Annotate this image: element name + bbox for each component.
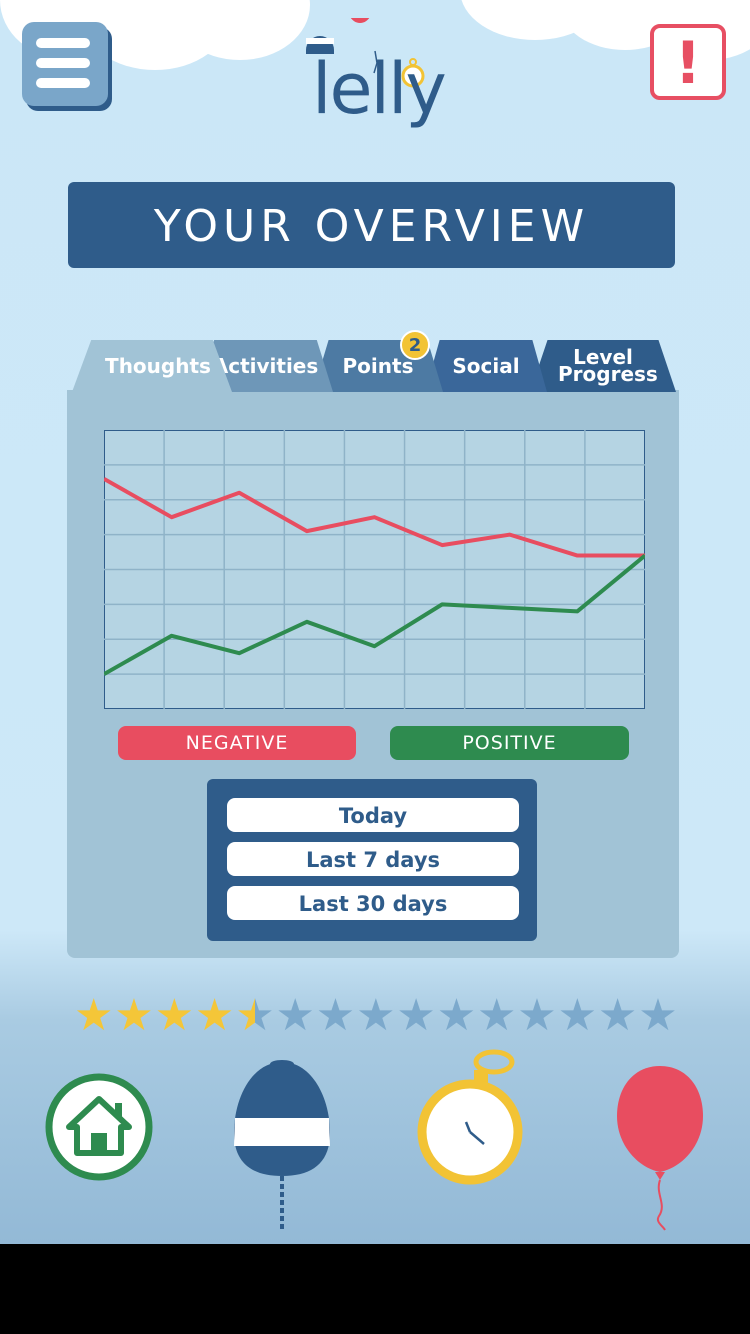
legend-positive: POSITIVE [390,726,629,760]
legend-negative: NEGATIVE [118,726,356,760]
tab-thoughts[interactable]: Thoughts [72,340,232,392]
stopwatch-icon[interactable] [416,1048,526,1188]
progress-star: ★ [275,990,315,1041]
legend-negative-label: NEGATIVE [185,732,289,754]
tab-social[interactable]: Social [425,340,547,392]
legend-positive-label: POSITIVE [462,732,557,754]
app-logo: lelly [312,48,447,130]
thoughts-chart [104,430,645,709]
home-icon[interactable] [45,1073,153,1181]
tab-label: Social [452,354,520,378]
tab-label: Level Progress [558,345,658,386]
progress-star: ★ [436,990,477,1041]
range-7-days-button[interactable]: Last 7 days [227,842,519,876]
range-30-days-button[interactable]: Last 30 days [227,886,519,920]
tab-level-progress[interactable]: Level Progress [530,340,676,392]
progress-star: ★ [557,990,598,1041]
points-badge: 2 [400,330,430,360]
tab-label: Points [342,354,414,378]
progress-star: ★ [356,990,396,1041]
app-screen: lelly ! YOUR OVERVIEW Thoughts Activitie… [0,0,750,1244]
progress-star: ★ [235,990,275,1041]
progress-star: ★ [154,990,195,1041]
progress-star: ★ [194,990,235,1041]
balloon-icon[interactable] [615,1064,709,1234]
alert-button[interactable]: ! [650,24,726,100]
progress-star: ★ [396,990,436,1041]
progress-star: ★ [315,990,356,1041]
range-today-button[interactable]: Today [227,798,519,832]
tab-label: Thoughts [105,354,211,378]
progress-star: ★ [114,990,154,1041]
progress-star: ★ [638,990,678,1041]
points-badge-count: 2 [408,335,422,356]
time-range-selector: Today Last 7 days Last 30 days [207,779,537,941]
progress-star: ★ [74,990,114,1041]
bottom-nav [0,1040,750,1240]
tab-label: Activities [212,354,319,378]
buoy-icon[interactable] [232,1058,332,1234]
progress-star: ★ [517,990,557,1041]
progress-star: ★ [477,990,517,1041]
progress-star: ★ [597,990,638,1041]
menu-button[interactable] [22,22,108,106]
page-title: YOUR OVERVIEW [68,182,675,268]
